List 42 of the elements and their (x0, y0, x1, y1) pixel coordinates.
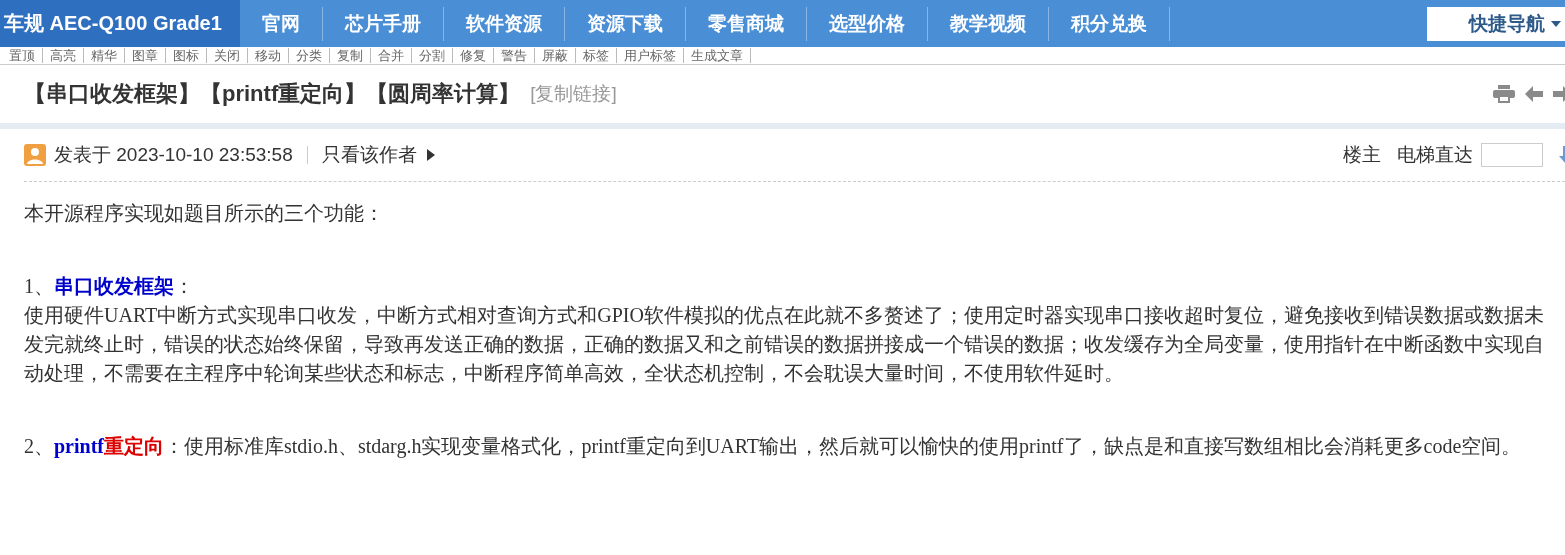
caret-icon (426, 149, 435, 161)
nav-link[interactable]: 积分兑换 (1048, 6, 1170, 41)
moderation-link[interactable]: 图标 (166, 48, 207, 63)
moderation-link[interactable]: 标签 (576, 48, 617, 63)
nav-link[interactable]: 零售商城 (685, 6, 807, 41)
body-paragraph: 本开源程序实现如题目所示的三个功能： (24, 201, 385, 226)
nav-link[interactable]: 芯片手册 (322, 6, 444, 41)
moderation-link[interactable]: 分割 (412, 48, 453, 63)
moderation-link[interactable]: 屏蔽 (535, 48, 576, 63)
moderation-link[interactable]: 生成文章 (684, 48, 751, 63)
section-paragraph: 2、printf重定向：使用标准库stdio.h、stdarg.h实现变量格式化，printf重定向到UART输出，然后就可以愉快的使用printf了，缺点是和直接写数组相比会消耗更多code空间。 (24, 434, 1523, 460)
avatar-icon (24, 144, 46, 166)
moderation-link[interactable]: 复制 (330, 48, 371, 63)
nav-link[interactable]: 资源下载 (564, 6, 686, 41)
moderation-link[interactable]: 关闭 (207, 48, 248, 63)
section-paragraph: 1、串口收发框架： (24, 274, 195, 299)
body-paragraph: 使用硬件UART中断方式实现串口收发，中断方式相对查询方式和GPIO软件模拟的优点在此就不多赘述了；使用定时器实现串口接收超时复位，避免接收到错误数据或数据未发完就终止时，错误的状态始终保留，导致再发送正确的数据，正确的数据又和之前错误的数据拼接成一个错误的数据；收发缓存为全局变量，使用指针在中断函数中实现自动处理，不需要在主程序中轮询某些状态和标志，中断程序简单高效，全状态机控制，不会耽误大量时间，不使用软件延时。 (24, 303, 1545, 386)
post-time: 发表于 2023-10-10 23:53:58 (54, 143, 293, 167)
moderation-link[interactable]: 移动 (248, 48, 289, 63)
printer-icon[interactable] (1493, 85, 1515, 103)
thread-title: 【串口收发框架】【printf重定向】【圆周率计算】 (24, 80, 521, 108)
nav-link[interactable]: 软件资源 (443, 6, 565, 41)
moderation-link[interactable]: 高亮 (43, 48, 84, 63)
caret-icon (1551, 20, 1561, 27)
jump-label: 电梯直达 (1397, 143, 1473, 167)
nav-link[interactable]: 官网 (239, 6, 323, 41)
moderation-link[interactable]: 分类 (289, 48, 330, 63)
moderation-link[interactable]: 修复 (453, 48, 494, 63)
floor-label: 楼主 (1343, 143, 1381, 167)
moderation-link[interactable]: 警告 (494, 48, 535, 63)
moderation-link[interactable]: 精华 (84, 48, 125, 63)
site-logo[interactable]: 车规 AEC-Q100 Grade1 (0, 0, 240, 47)
nav-link[interactable]: 教学视频 (927, 6, 1049, 41)
author-only-link[interactable]: 只看该作者 (321, 142, 435, 168)
left-arrow-icon[interactable] (1525, 86, 1543, 102)
moderation-link[interactable]: 合并 (371, 48, 412, 63)
quick-nav-button[interactable]: 快捷导航 (1427, 6, 1565, 41)
moderation-link[interactable]: 用户标签 (617, 48, 684, 63)
moderation-link[interactable]: 置顶 (2, 48, 43, 63)
nav-link[interactable]: 选型价格 (806, 6, 928, 41)
moderation-link[interactable]: 图章 (125, 48, 166, 63)
floor-input-field[interactable] (1481, 143, 1543, 167)
